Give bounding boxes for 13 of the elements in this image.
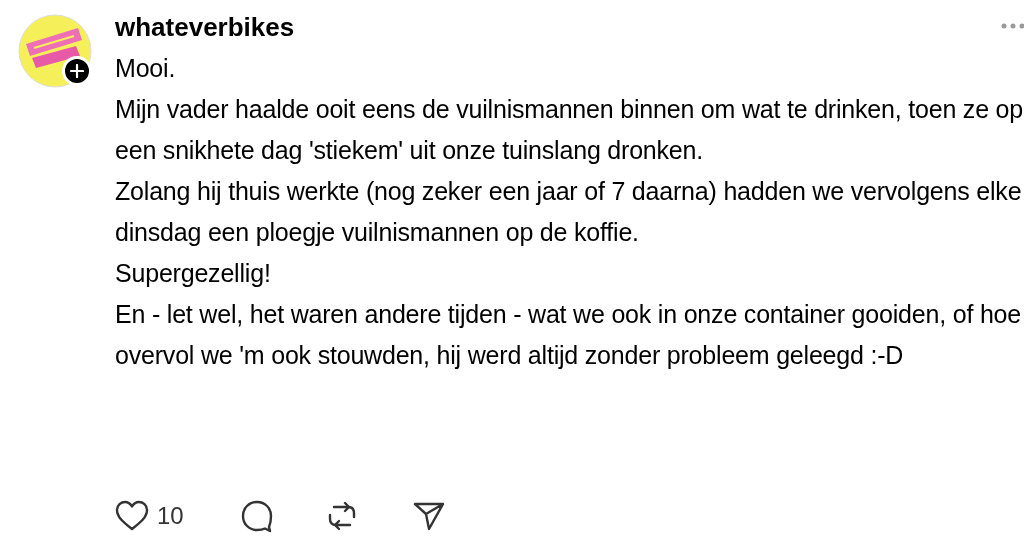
plus-icon [70,64,84,78]
repost-icon[interactable] [326,499,358,533]
post-paragraph: Zolang hij thuis werkte (nog zeker een jaar of 7 daarna) hadden we vervolgens elke dinsdag een ploegje vuilnismannen op de koffie. [115,176,1023,248]
share-icon[interactable] [413,501,445,531]
post-paragraph: Mijn vader haalde ooit eens de vuilnismannen binnen om wat te drinken, toen ze op een snikhete dag 'stiekem' uit onze tuinslang dronken. [115,94,1024,166]
post-paragraph: En - let wel, het waren andere tijden - wat we ook in onze container gooiden, of hoe overvol we 'm ook stouwden, hij werd altijd zonder probleem geleegd :-D [115,299,1022,371]
like-button[interactable]: 10 [115,498,240,534]
post-paragraph: Supergezellig! [115,258,272,289]
more-icon[interactable] [1000,22,1024,30]
comment-icon[interactable] [240,499,274,533]
post-paragraph: Mooi. [115,53,177,84]
heart-icon [115,500,149,532]
author-name[interactable]: whateverbikes [115,12,1024,42]
